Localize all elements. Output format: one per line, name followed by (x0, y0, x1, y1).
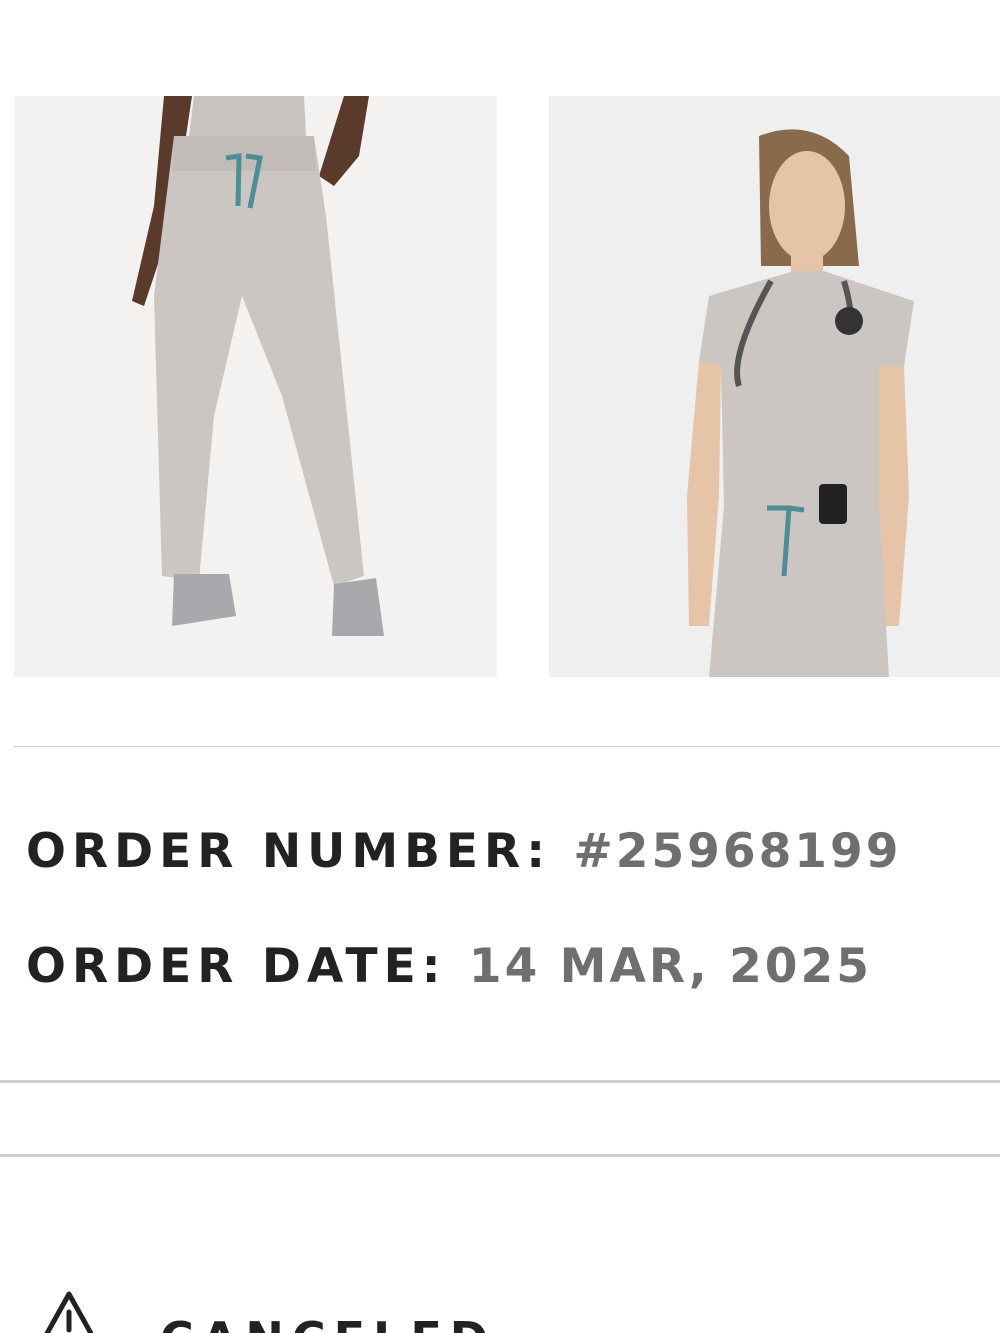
order-date-separator: : (421, 939, 447, 994)
order-status-label: CANCELED (160, 1316, 496, 1333)
divider-lower (0, 1154, 1000, 1157)
product-image-pants[interactable] (14, 96, 497, 677)
order-status-row: CANCELED (36, 1290, 496, 1333)
order-date-label: ORDER DATE (26, 939, 422, 994)
order-number-row: ORDER NUMBER: #25968199 (26, 828, 901, 875)
divider-top (14, 746, 1000, 747)
top-photo (549, 96, 1000, 677)
order-date-value: 14 MAR, 2025 (468, 939, 872, 994)
order-number-value: #25968199 (573, 824, 902, 879)
product-image-top[interactable] (549, 96, 1000, 677)
order-number-separator: : (526, 824, 552, 879)
alert-triangle-icon (36, 1290, 102, 1333)
order-number-label: ORDER NUMBER (26, 824, 527, 879)
divider-middle (0, 1080, 1000, 1083)
order-date-row: ORDER DATE: 14 MAR, 2025 (26, 943, 872, 990)
pants-photo (14, 96, 497, 677)
